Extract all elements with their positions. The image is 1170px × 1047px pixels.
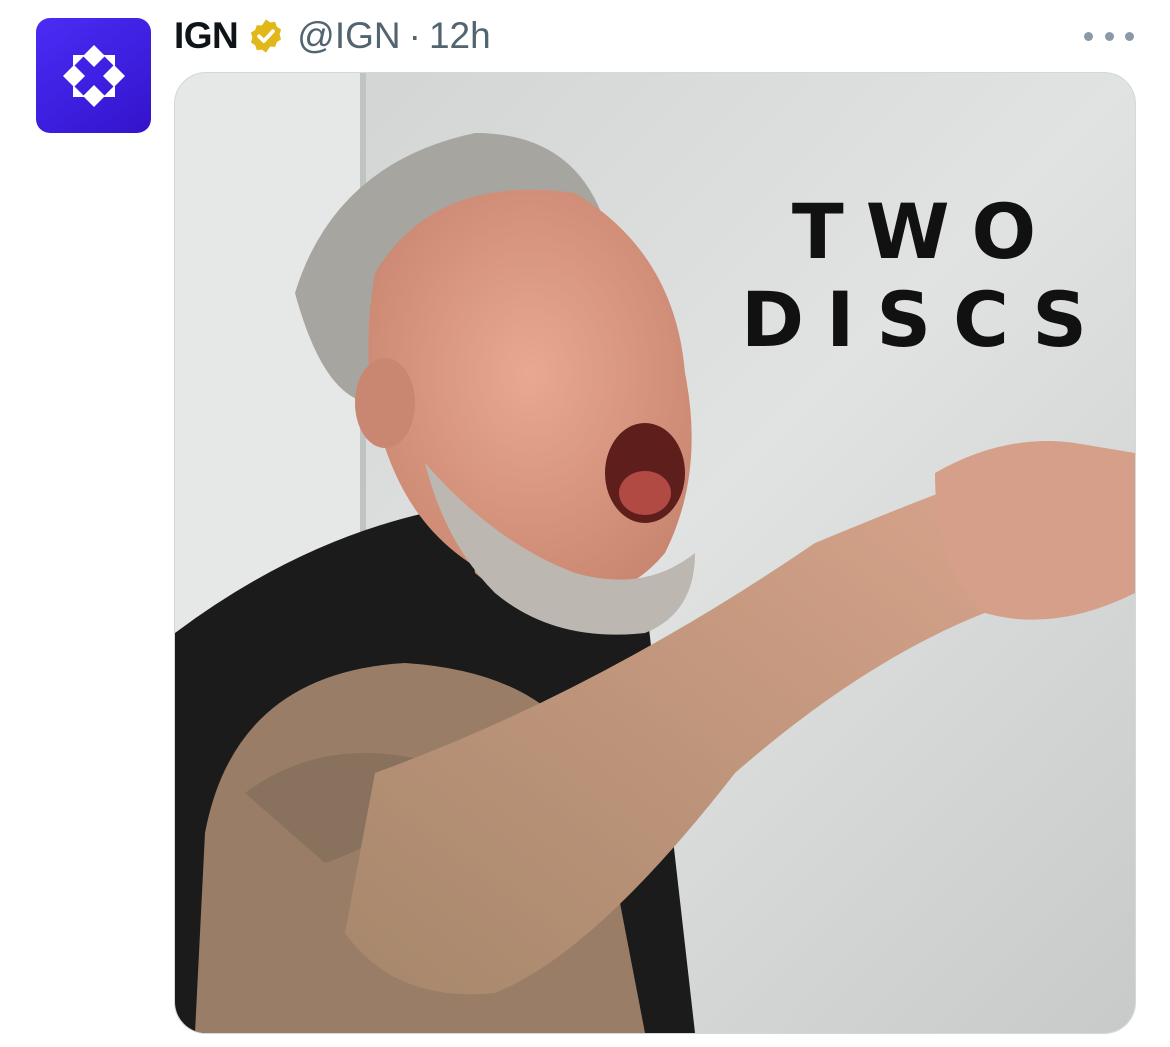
timestamp[interactable]: 12h — [429, 15, 491, 57]
caption-line: DISCS — [740, 275, 1110, 364]
more-dots-icon — [1104, 31, 1114, 41]
more-dots-icon — [1125, 31, 1134, 41]
verified-badge-icon — [247, 17, 285, 55]
meme-caption: TWO DISCS — [735, 188, 1115, 364]
tweet: IGN @IGN · 12h TWO DISCS — [0, 0, 1170, 1047]
caption-line: TWO — [791, 187, 1059, 276]
tweet-header: IGN @IGN · 12h — [174, 12, 491, 60]
ign-logo-icon — [62, 44, 125, 107]
tweet-media-image[interactable]: TWO DISCS — [174, 72, 1136, 1034]
more-options-button[interactable] — [1084, 22, 1134, 50]
separator-dot: · — [408, 15, 421, 56]
avatar[interactable] — [36, 18, 151, 133]
more-dots-icon — [1084, 31, 1093, 41]
user-handle[interactable]: @IGN — [297, 15, 400, 57]
display-name[interactable]: IGN — [174, 15, 239, 57]
